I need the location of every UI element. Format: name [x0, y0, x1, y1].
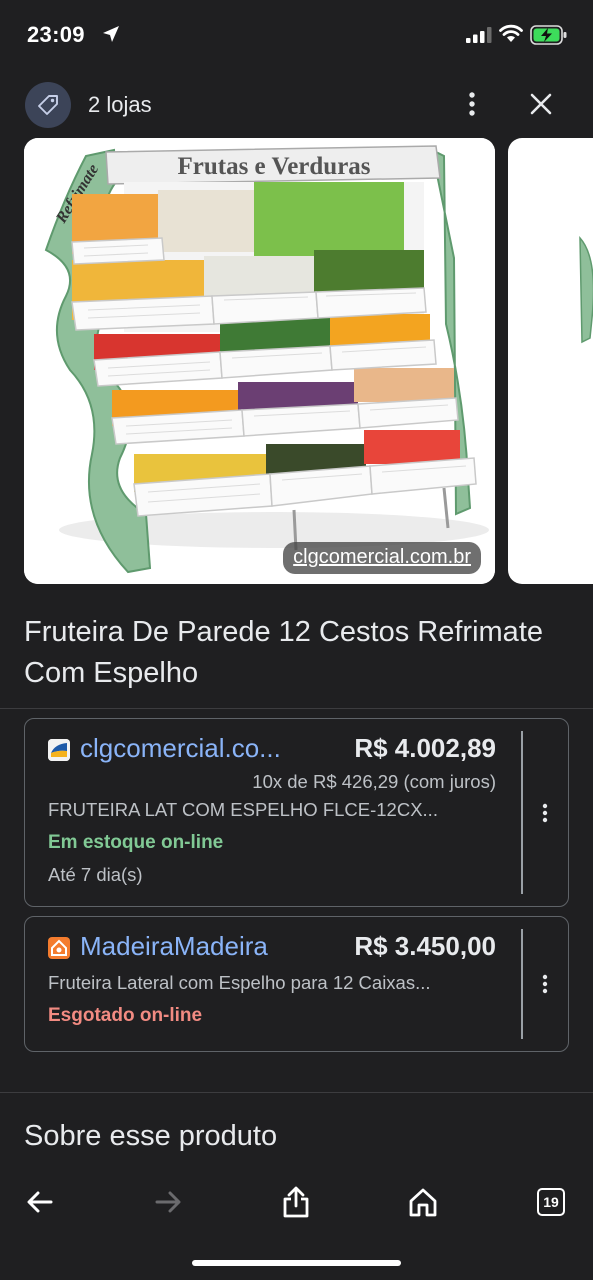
divider [0, 1092, 593, 1093]
forward-button[interactable] [146, 1180, 190, 1224]
home-button[interactable] [401, 1180, 445, 1224]
image-carousel[interactable]: Frutas e Verduras Refrimate clgcomercial… [0, 138, 593, 586]
back-button[interactable] [18, 1180, 62, 1224]
sign-text: Frutas e Verduras [177, 153, 370, 180]
arrow-left-icon [27, 1191, 53, 1213]
next-product-image[interactable] [508, 138, 593, 584]
stores-count: 2 lojas [88, 92, 152, 117]
status-time: 23:09 [27, 22, 85, 47]
offer-description: Fruteira Lateral com Espelho para 12 Cai… [48, 972, 431, 993]
share-button[interactable] [274, 1180, 318, 1224]
offer-price: R$ 4.002,89 [354, 733, 496, 763]
status-bar: 23:09 [0, 0, 593, 70]
product-title: Fruteira De Parede 12 Cestos Refrimate C… [24, 616, 543, 689]
location-arrow-icon [103, 26, 119, 42]
stock-status: Esgotado on-line [48, 1005, 203, 1026]
stock-status: Em estoque on-line [48, 832, 224, 853]
more-vert-icon [469, 92, 475, 116]
next-image-preview [579, 236, 593, 344]
offer-description: FRUTEIRA LAT COM ESPELHO FLCE-12CX... [48, 799, 438, 820]
store-favicon-icon [48, 739, 70, 761]
more-options-button[interactable] [456, 86, 488, 122]
delivery-time: Até 7 dia(s) [48, 864, 143, 885]
close-icon [530, 93, 552, 115]
wifi-icon [499, 24, 523, 42]
store-name-link[interactable]: clgcomercial.co... [80, 733, 281, 764]
divider [521, 929, 523, 1039]
about-section-title: Sobre esse produto [24, 1120, 278, 1152]
battery-charging-icon [530, 25, 567, 45]
offer-card[interactable]: clgcomercial.co... R$ 4.002,89 10x de R$… [24, 718, 569, 907]
share-icon [283, 1186, 309, 1218]
arrow-right-icon [155, 1191, 181, 1213]
more-vert-icon [542, 974, 548, 994]
store-name-link[interactable]: MadeiraMadeira [80, 931, 268, 962]
tabs-button[interactable]: 19 [529, 1180, 573, 1224]
fruit-stand-illustration: Frutas e Verduras Refrimate [24, 138, 495, 584]
home-icon [409, 1188, 437, 1217]
bottom-nav: 19 [0, 1172, 593, 1232]
cellular-signal-icon [466, 27, 492, 43]
header-bar: 2 lojas [0, 80, 593, 128]
home-indicator[interactable] [192, 1260, 401, 1266]
divider [0, 708, 593, 709]
offer-price: R$ 3.450,00 [354, 931, 496, 961]
installments-text: 10x de R$ 426,29 (com juros) [252, 771, 496, 792]
tag-icon [25, 82, 71, 128]
tabs-count-icon: 19 [537, 1188, 565, 1216]
offer-more-button[interactable] [533, 969, 557, 999]
more-vert-icon [542, 803, 548, 823]
product-image[interactable]: Frutas e Verduras Refrimate clgcomercial… [24, 138, 495, 584]
store-favicon-icon [48, 937, 70, 959]
image-source-link[interactable]: clgcomercial.com.br [283, 542, 481, 574]
offer-card[interactable]: MadeiraMadeira R$ 3.450,00 Fruteira Late… [24, 916, 569, 1052]
divider [521, 731, 523, 894]
offer-more-button[interactable] [533, 798, 557, 828]
close-button[interactable] [523, 86, 559, 122]
